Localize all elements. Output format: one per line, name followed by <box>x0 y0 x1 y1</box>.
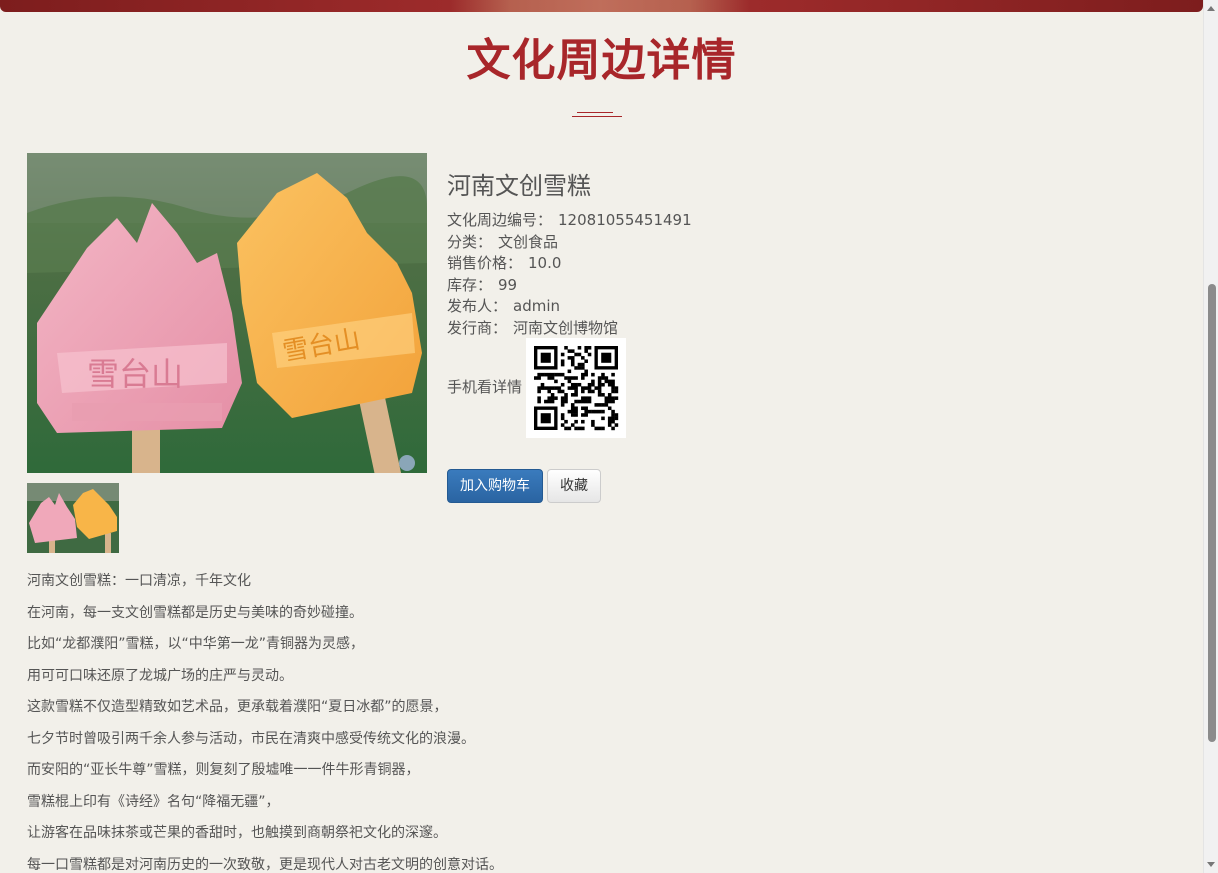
product-thumbnail[interactable] <box>27 483 119 553</box>
description-line: 而安阳的“亚长牛尊”雪糕，则复刻了殷墟唯一一件牛形青铜器， <box>27 762 420 778</box>
field-value: 河南文创博物馆 <box>513 318 619 337</box>
field-label: 库存： <box>447 275 493 294</box>
svg-text:雪台山: 雪台山 <box>87 355 183 393</box>
description-line: 让游客在品味抹茶或芒果的香甜时，也触摸到商朝祭祀文化的深邃。 <box>27 825 447 841</box>
field-category: 分类： 文创食品 <box>447 232 947 254</box>
title-divider <box>572 110 622 120</box>
product-name: 河南文创雪糕 <box>447 172 591 200</box>
banner-ornament <box>450 0 750 12</box>
description-line: 七夕节时曾吸引两千余人参与活动，市民在清爽中感受传统文化的浪漫。 <box>27 730 475 747</box>
chevron-down-icon[interactable] <box>1207 862 1215 867</box>
favorite-button[interactable]: 收藏 <box>547 469 601 503</box>
qr-label: 手机看详情 <box>447 378 523 396</box>
description-line: 雪糕棍上印有《诗经》名句“降福无疆”， <box>27 793 280 810</box>
field-value: 10.0 <box>528 254 562 273</box>
description-line: 河南文创雪糕：一口清凉，千年文化 <box>27 573 251 589</box>
chevron-up-icon[interactable] <box>1207 6 1215 11</box>
page-title: 文化周边详情 <box>466 35 737 86</box>
field-label: 销售价格： <box>447 254 523 273</box>
description-line: 用可可口味还原了龙城广场的庄严与灵动。 <box>27 667 293 684</box>
field-label: 发行商： <box>447 318 508 337</box>
add-to-cart-button[interactable]: 加入购物车 <box>447 469 543 503</box>
field-label: 发布人： <box>447 297 508 316</box>
field-label: 文化周边编号： <box>447 211 553 229</box>
scrollbar-thumb[interactable] <box>1208 284 1216 742</box>
field-price: 销售价格： 10.0 <box>447 253 947 275</box>
description-line: 在河南，每一支文创雪糕都是历史与美味的奇妙碰撞。 <box>27 604 363 621</box>
description-line: 这款雪糕不仅造型精致如艺术品，更承载着濮阳“夏日冰都”的愿景， <box>27 699 448 715</box>
top-banner <box>0 0 1203 12</box>
field-value: admin <box>513 297 561 316</box>
field-stock: 库存： 99 <box>447 275 947 297</box>
field-label: 分类： <box>447 232 493 251</box>
product-info: 河南文创雪糕 文化周边编号： 12081055451491 分类： 文创食品 销售价… <box>447 170 947 340</box>
field-product-id: 文化周边编号： 12081055451491 <box>447 210 947 232</box>
qr-code <box>526 338 626 438</box>
field-publisher: 发布人： admin <box>447 296 947 318</box>
product-main-image[interactable]: 雪台山 雪台山 <box>27 153 427 473</box>
vertical-scrollbar[interactable] <box>1203 0 1218 873</box>
description-line: 比如“龙都濮阳”雪糕，以“中华第一龙”青铜器为灵感， <box>27 636 365 652</box>
field-value: 99 <box>498 275 518 294</box>
product-description: 河南文创雪糕：一口清凉，千年文化 在河南，每一支文创雪糕都是历史与美味的奇妙碰撞… <box>27 566 1177 873</box>
field-value: 文创食品 <box>498 232 559 251</box>
field-issuer: 发行商： 河南文创博物馆 <box>447 318 947 340</box>
field-value: 12081055451491 <box>558 211 692 229</box>
description-line: 每一口雪糕都是对河南历史的一次致敬，更是现代人对古老文明的创意对话。 <box>27 856 503 873</box>
